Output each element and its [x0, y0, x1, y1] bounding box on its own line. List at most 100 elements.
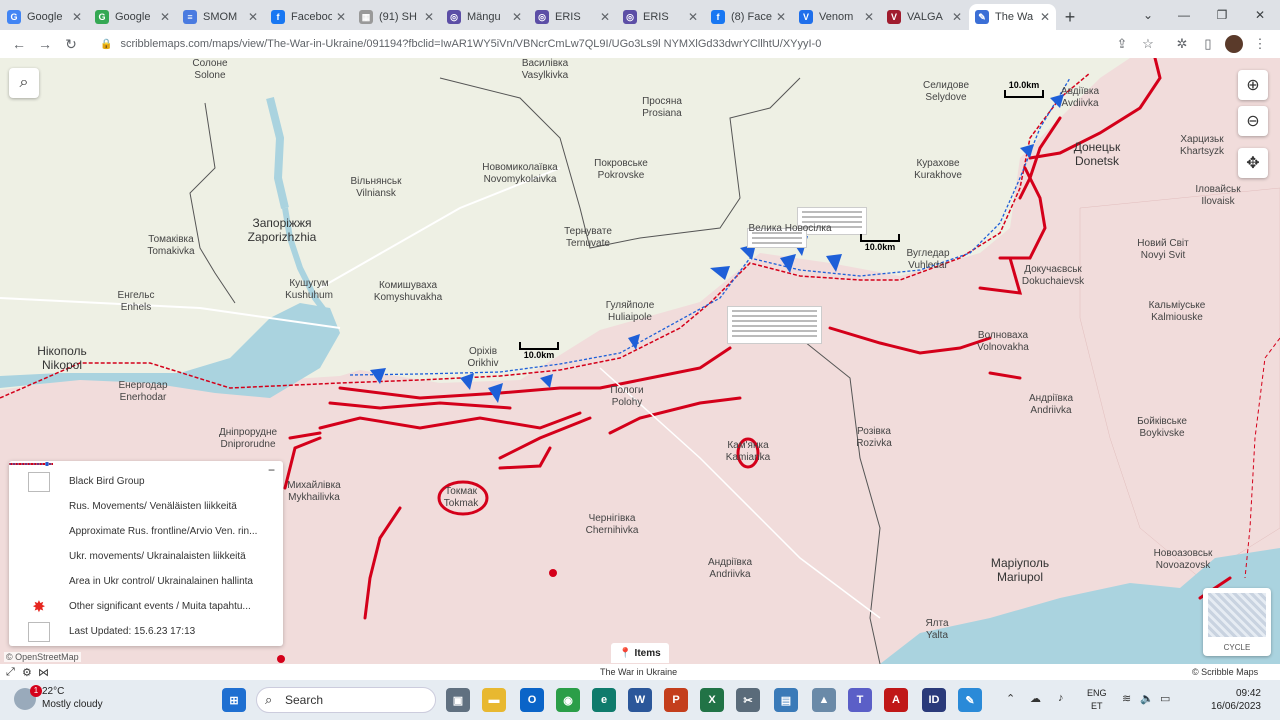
- fullscreen-icon[interactable]: ⤢: [6, 666, 15, 679]
- search-icon[interactable]: ⌕: [9, 68, 39, 98]
- legend-row[interactable]: Black Bird Group: [17, 469, 275, 494]
- app-icon[interactable]: ▤: [774, 688, 798, 712]
- tab-title: VALGA: [907, 11, 943, 23]
- tab-close-icon[interactable]: ✕: [512, 10, 522, 24]
- cycle-layer-button[interactable]: CYCLE: [1203, 588, 1271, 656]
- back-icon[interactable]: ←: [6, 32, 32, 56]
- legend-row[interactable]: Approximate Rus. frontline/Arvio Ven. ri…: [9, 463, 275, 544]
- locate-icon[interactable]: ✥: [1238, 148, 1268, 178]
- browser-tab[interactable]: G Google ✕: [89, 4, 176, 30]
- excel-icon[interactable]: X: [700, 688, 724, 712]
- osm-attribution[interactable]: © OpenStreetMap: [4, 652, 81, 662]
- items-button[interactable]: 📍 Items: [611, 643, 669, 663]
- chrome-icon[interactable]: ◉: [556, 688, 580, 712]
- legend-symbol-icon: [17, 471, 61, 492]
- volume-icon[interactable]: 🔈: [1140, 692, 1154, 705]
- tab-close-icon[interactable]: ✕: [864, 10, 874, 24]
- snipping-tool-icon[interactable]: ✂: [736, 688, 760, 712]
- tab-search-icon[interactable]: ⌄: [1130, 0, 1166, 30]
- browser-tab[interactable]: V Venom ✕: [793, 4, 880, 30]
- legend-row[interactable]: Area in Ukr control/ Ukrainalainen halli…: [9, 463, 275, 594]
- tab-close-icon[interactable]: ✕: [600, 10, 610, 24]
- legend-symbol-icon: ✸: [32, 598, 46, 616]
- scribble-credit[interactable]: © Scribble Maps: [1192, 667, 1258, 677]
- forward-icon[interactable]: →: [32, 32, 58, 56]
- tab-close-icon[interactable]: ✕: [336, 10, 346, 24]
- weather-widget[interactable]: 1 22°C Mostly cloudy: [14, 685, 103, 711]
- temperature: 22°C: [42, 686, 65, 697]
- zoom-in-icon[interactable]: ⊕: [1238, 70, 1268, 100]
- browser-tab[interactable]: G Google ✕: [1, 4, 88, 30]
- clock[interactable]: 09:42 16/06/2023: [1181, 687, 1261, 713]
- address-text: scribblemaps.com/maps/view/The-War-in-Uk…: [120, 38, 822, 50]
- tab-close-icon[interactable]: ✕: [160, 10, 170, 24]
- language-indicator[interactable]: ENG ET: [1087, 687, 1107, 713]
- sidepanel-icon[interactable]: ▯: [1196, 32, 1220, 56]
- legend-row[interactable]: ✸ Other significant events / Muita tapaht…: [17, 594, 275, 619]
- minimize-button[interactable]: —: [1166, 0, 1202, 30]
- acrobat-icon[interactable]: A: [884, 688, 908, 712]
- menu-icon[interactable]: ⋮: [1248, 32, 1272, 56]
- photos-icon[interactable]: ▲: [812, 688, 836, 712]
- browser-tab[interactable]: V VALGA ✕: [881, 4, 968, 30]
- tab-close-icon[interactable]: ✕: [1040, 10, 1050, 24]
- wifi-icon[interactable]: ≋: [1122, 692, 1131, 705]
- profile-avatar[interactable]: [1222, 32, 1246, 56]
- legend-row[interactable]: Last Updated: 15.6.23 17:13: [17, 619, 275, 644]
- note-card[interactable]: [727, 306, 822, 344]
- tab-close-icon[interactable]: ✕: [952, 10, 962, 24]
- tab-strip: G Google ✕ G Google ✕ ≡ SMOM ✕ f Faceboo ✕ ▦ (91) SH ✕…: [0, 0, 1280, 30]
- legend-minimize-button[interactable]: −: [268, 463, 275, 477]
- browser-tab[interactable]: ◎ Mängu ✕: [441, 4, 528, 30]
- bookmark-star-icon[interactable]: ☆: [1136, 32, 1160, 56]
- outlook-icon[interactable]: O: [520, 688, 544, 712]
- tab-close-icon[interactable]: ✕: [776, 10, 786, 24]
- address-bar[interactable]: 🔒 scribblemaps.com/maps/view/The-War-in-…: [92, 32, 1102, 56]
- browser-tab[interactable]: f Faceboo ✕: [265, 4, 352, 30]
- browser-tab[interactable]: ≡ SMOM ✕: [177, 4, 264, 30]
- reload-icon[interactable]: ↻: [58, 32, 84, 56]
- tab-close-icon[interactable]: ✕: [72, 10, 82, 24]
- tray-chevron-icon[interactable]: ⌃: [1006, 692, 1015, 705]
- tab-favicon-icon: ◎: [535, 10, 549, 24]
- browser-tab[interactable]: ▦ (91) SH ✕: [353, 4, 440, 30]
- settings-gear-icon[interactable]: ⚙: [22, 666, 32, 679]
- legend-row[interactable]: Ukr. movements/ Ukrainalaisten liikkeitä: [9, 462, 275, 569]
- id-app-icon[interactable]: ID: [922, 688, 946, 712]
- scale-bar: 10.0km: [1004, 80, 1044, 98]
- share-nodes-icon[interactable]: ⋈: [38, 666, 49, 679]
- close-window-button[interactable]: ✕: [1242, 0, 1278, 30]
- place-label: Гуляйполе Huliaipole: [605, 300, 655, 323]
- legend-row[interactable]: Rus. Movements/ Venäläisten liikkeitä: [9, 462, 275, 519]
- tab-close-icon[interactable]: ✕: [688, 10, 698, 24]
- powerpoint-icon[interactable]: P: [664, 688, 688, 712]
- battery-icon[interactable]: ▭: [1160, 692, 1170, 705]
- share-icon[interactable]: ⇪: [1110, 32, 1134, 56]
- browser-tab[interactable]: ◎ ERIS ✕: [617, 4, 704, 30]
- taskbar-search[interactable]: ⌕ Search: [256, 687, 436, 713]
- map-canvas[interactable]: Солоне Solone Василівка Vasylkivka Просяна Pr…: [0, 58, 1280, 664]
- browser-tab[interactable]: f (8) Face ✕: [705, 4, 792, 30]
- legend-label: Black Bird Group: [69, 476, 145, 487]
- word-icon[interactable]: W: [628, 688, 652, 712]
- browser-tab[interactable]: ◎ ERIS ✕: [529, 4, 616, 30]
- zoom-out-icon[interactable]: ⊖: [1238, 106, 1268, 136]
- teams-icon[interactable]: T: [848, 688, 872, 712]
- paint-icon[interactable]: ✎: [958, 688, 982, 712]
- edge-icon[interactable]: e: [592, 688, 616, 712]
- start-windows-icon[interactable]: ⊞: [222, 688, 246, 712]
- tab-favicon-icon: f: [271, 10, 285, 24]
- tab-close-icon[interactable]: ✕: [248, 10, 258, 24]
- task-view-icon[interactable]: ▣: [446, 688, 470, 712]
- onedrive-icon[interactable]: ☁: [1030, 692, 1041, 705]
- maximize-button[interactable]: ❐: [1204, 0, 1240, 30]
- extensions-icon[interactable]: ✲: [1170, 32, 1194, 56]
- place-label: Пологи Polohy: [610, 385, 644, 408]
- tab-close-icon[interactable]: ✕: [424, 10, 434, 24]
- new-tab-button[interactable]: +: [1056, 4, 1084, 30]
- tray-icon[interactable]: ♪: [1058, 692, 1064, 704]
- tab-favicon-icon: ✎: [975, 10, 989, 24]
- browser-tab[interactable]: ✎ The Wa ✕: [969, 4, 1056, 30]
- legend-label: Ukr. movements/ Ukrainalaisten liikkeitä: [69, 551, 246, 562]
- file-explorer-icon[interactable]: ▬: [482, 688, 506, 712]
